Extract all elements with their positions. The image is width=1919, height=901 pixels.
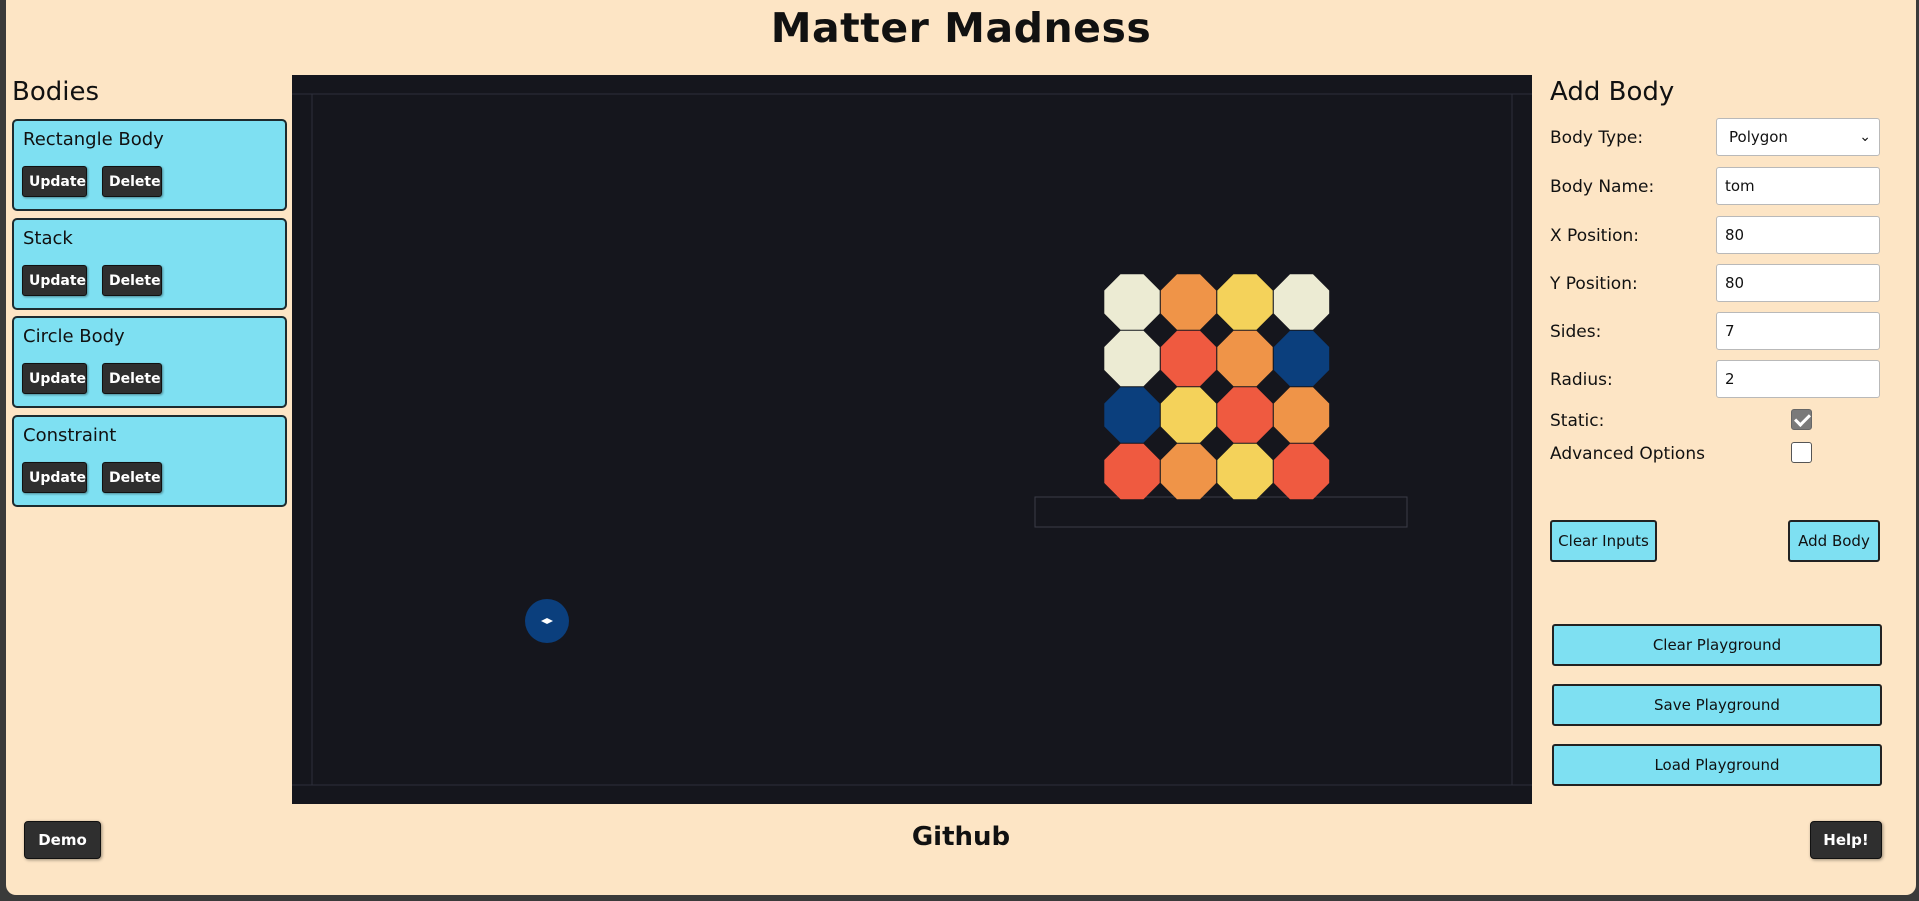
update-button[interactable]: Update	[22, 166, 87, 197]
body-type-value: Polygon	[1729, 128, 1788, 146]
polygon-stack	[1104, 274, 1330, 500]
delete-button[interactable]: Delete	[102, 265, 162, 296]
update-button[interactable]: Update	[22, 363, 87, 394]
octagon-body	[1273, 274, 1330, 330]
sides-label: Sides:	[1550, 322, 1602, 342]
body-card-circle: Circle Body Update Delete	[12, 316, 287, 408]
clear-inputs-button[interactable]: Clear Inputs	[1550, 520, 1657, 562]
body-card-name: Constraint	[23, 425, 117, 446]
x-position-input[interactable]	[1716, 216, 1880, 254]
body-card-constraint: Constraint Update Delete	[12, 415, 287, 507]
github-link[interactable]: Github	[6, 822, 1916, 852]
sides-input[interactable]	[1716, 312, 1880, 350]
add-body-heading: Add Body	[1550, 77, 1675, 107]
bodies-heading: Bodies	[12, 77, 100, 107]
add-body-button[interactable]: Add Body	[1788, 520, 1880, 562]
physics-scene	[292, 93, 1532, 786]
app-window: Matter Madness Bodies Rectangle Body Upd…	[6, 0, 1916, 895]
advanced-options-label: Advanced Options	[1550, 444, 1705, 464]
y-position-input[interactable]	[1716, 264, 1880, 302]
static-checkbox[interactable]	[1791, 409, 1812, 430]
help-button[interactable]: Help!	[1810, 821, 1882, 859]
octagon-body	[1104, 330, 1160, 387]
update-button[interactable]: Update	[22, 265, 87, 296]
body-name-label: Body Name:	[1550, 177, 1655, 197]
static-label: Static:	[1550, 411, 1605, 431]
octagon-body	[1217, 274, 1273, 330]
page-title: Matter Madness	[770, 4, 1152, 52]
octagon-body	[1217, 387, 1273, 443]
body-card-name: Circle Body	[23, 326, 125, 347]
physics-canvas[interactable]	[292, 75, 1532, 804]
body-card-stack: Stack Update Delete	[12, 218, 287, 310]
octagon-body	[1104, 443, 1160, 500]
octagon-body	[1104, 387, 1160, 443]
radius-input[interactable]	[1716, 360, 1880, 398]
octagon-body	[1273, 330, 1330, 387]
delete-button[interactable]: Delete	[102, 363, 162, 394]
body-card-rectangle: Rectangle Body Update Delete	[12, 119, 287, 211]
radius-label: Radius:	[1550, 370, 1613, 390]
body-name-input[interactable]	[1716, 167, 1880, 205]
octagon-body	[1273, 387, 1330, 443]
ground-platform	[1034, 496, 1408, 528]
body-card-name: Stack	[23, 228, 73, 249]
octagon-body	[1160, 387, 1217, 443]
delete-button[interactable]: Delete	[102, 166, 162, 197]
body-card-name: Rectangle Body	[23, 129, 164, 150]
octagon-body	[1104, 274, 1160, 330]
chevron-down-icon: ⌄	[1859, 129, 1871, 145]
octagon-body	[1273, 443, 1330, 500]
octagon-body	[1160, 330, 1217, 387]
save-playground-button[interactable]: Save Playground	[1552, 684, 1882, 726]
load-playground-button[interactable]: Load Playground	[1552, 744, 1882, 786]
update-button[interactable]: Update	[22, 462, 87, 493]
octagon-body	[1217, 443, 1273, 500]
body-type-label: Body Type:	[1550, 128, 1644, 148]
y-position-label: Y Position:	[1550, 274, 1638, 294]
octagon-body	[1160, 274, 1217, 330]
delete-button[interactable]: Delete	[102, 462, 162, 493]
clear-playground-button[interactable]: Clear Playground	[1552, 624, 1882, 666]
octagon-body	[1160, 443, 1217, 500]
advanced-options-checkbox[interactable]	[1791, 442, 1812, 463]
body-type-select[interactable]: Polygon ⌄	[1716, 118, 1880, 156]
octagon-body	[1217, 330, 1273, 387]
x-position-label: X Position:	[1550, 226, 1639, 246]
